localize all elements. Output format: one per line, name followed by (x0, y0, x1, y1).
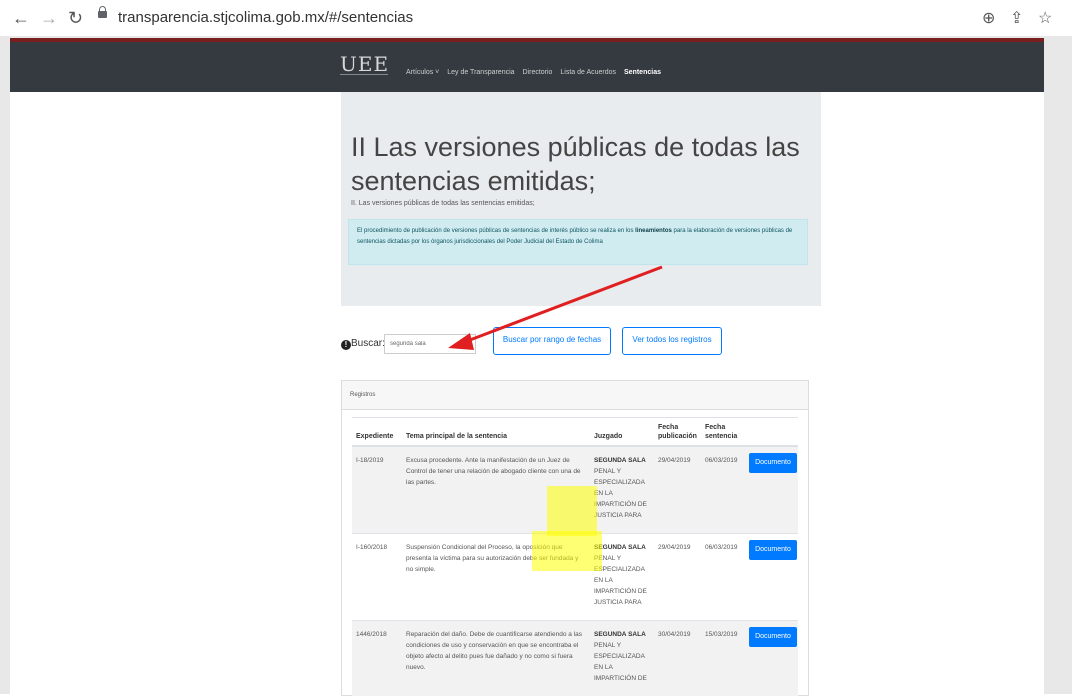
info-icon: ! (341, 340, 351, 350)
logo-subtitle-line (340, 74, 388, 81)
web-page: UEE Artículos ˅ Ley de Transparencia Dir… (0, 36, 1072, 696)
cell-expediente: 1446/2018 (356, 631, 387, 638)
cell-tema: Excusa procedente. Ante la manifestación… (406, 457, 581, 486)
search-label: Buscar: (351, 338, 385, 349)
page-lead: II. Las versiones públicas de todas las … (351, 200, 535, 207)
cell-juzgado: SEGUNDA SALA PENAL Y ESPECIALIZADA EN LA … (594, 542, 654, 608)
table-row: 1446/2018 Reparación del daño. Debe de c… (352, 620, 798, 696)
logo-text: UEE (340, 52, 390, 76)
main-content: II Las versiones públicas de todas las s… (10, 92, 1044, 696)
search-input[interactable] (384, 334, 476, 354)
site-logo[interactable]: UEE (340, 52, 390, 82)
cell-fecha-publicacion: 29/04/2019 (658, 544, 691, 551)
column-fecha-publicacion: Fecha publicación (658, 424, 697, 440)
juzgado-detail: PENAL Y ESPECIALIZADA EN LA IMPARTICIÓN … (594, 468, 647, 519)
nav-links: Artículos ˅ Ley de Transparencia Directo… (406, 69, 667, 76)
page-title: II Las versiones públicas de todas las s… (351, 132, 800, 196)
records-card-header: Registros (342, 381, 808, 410)
records-card: Registros Expediente Tema principal de l… (341, 380, 809, 696)
cell-fecha-publicacion: 30/04/2019 (658, 631, 691, 638)
browser-toolbar: ← → ↻ transparencia.stjcolima.gob.mx/#/s… (0, 0, 1072, 36)
nav-item-lista-acuerdos[interactable]: Lista de Acuerdos (560, 69, 616, 76)
view-all-records-button[interactable]: Ver todos los registros (622, 327, 722, 355)
cell-tema: Reparación del daño. Debe de cuantificar… (406, 631, 582, 671)
cell-juzgado: SEGUNDA SALA PENAL Y ESPECIALIZADA EN LA … (594, 629, 654, 684)
table-header: Expediente Tema principal de la sentenci… (352, 417, 798, 447)
highlight-mark (532, 531, 602, 571)
document-button[interactable]: Documento (749, 540, 797, 560)
juzgado-name: SEGUNDA SALA (594, 457, 646, 464)
address-bar[interactable]: transparencia.stjcolima.gob.mx/#/sentenc… (92, 6, 772, 30)
juzgado-detail: PENAL Y ESPECIALIZADA EN LA IMPARTICIÓN … (594, 642, 647, 682)
info-alert: El procedimiento de publicación de versi… (348, 219, 808, 265)
date-range-search-button[interactable]: Buscar por rango de fechas (493, 327, 611, 355)
bookmark-star-icon[interactable]: ☆ (1038, 8, 1052, 28)
cell-juzgado: SEGUNDA SALA PENAL Y ESPECIALIZADA EN LA … (594, 455, 654, 521)
url-text: transparencia.stjcolima.gob.mx/#/sentenc… (118, 9, 414, 26)
column-juzgado: Juzgado (594, 433, 623, 440)
nav-item-directorio[interactable]: Directorio (523, 69, 553, 76)
cell-fecha-sentencia: 15/03/2019 (705, 631, 738, 638)
document-button[interactable]: Documento (749, 453, 797, 473)
records-title: Registros (350, 392, 376, 398)
column-tema: Tema principal de la sentencia (406, 433, 508, 440)
nav-item-articulos[interactable]: Artículos ˅ (406, 69, 439, 76)
nav-item-sentencias[interactable]: Sentencias (624, 69, 661, 76)
alert-text-start: El procedimiento de publicación de versi… (357, 228, 636, 234)
zoom-icon[interactable]: ⊕ (982, 8, 995, 28)
highlight-mark (547, 486, 597, 536)
cell-fecha-sentencia: 06/03/2019 (705, 544, 738, 551)
cell-expediente: I-18/2019 (356, 457, 384, 464)
back-arrow-icon[interactable]: ← (12, 8, 30, 28)
juzgado-name: SEGUNDA SALA (594, 631, 646, 638)
reload-icon[interactable]: ↻ (68, 8, 83, 28)
nav-item-ley-transparencia[interactable]: Ley de Transparencia (447, 69, 514, 76)
column-fecha-sentencia: Fecha sentencia (705, 424, 738, 440)
jumbotron: II Las versiones públicas de todas las s… (341, 92, 821, 306)
cell-expediente: I-160/2018 (356, 544, 388, 551)
lock-icon (98, 6, 107, 18)
lineamientos-link[interactable]: lineamientos (635, 228, 672, 234)
site-navbar: UEE Artículos ˅ Ley de Transparencia Dir… (10, 42, 1044, 92)
cell-fecha-publicacion: 29/04/2019 (658, 457, 691, 464)
column-expediente: Expediente (356, 433, 394, 440)
share-icon[interactable]: ⇪ (1010, 8, 1023, 28)
cell-fecha-sentencia: 06/03/2019 (705, 457, 738, 464)
forward-arrow-icon[interactable]: → (40, 8, 58, 28)
document-button[interactable]: Documento (749, 627, 797, 647)
